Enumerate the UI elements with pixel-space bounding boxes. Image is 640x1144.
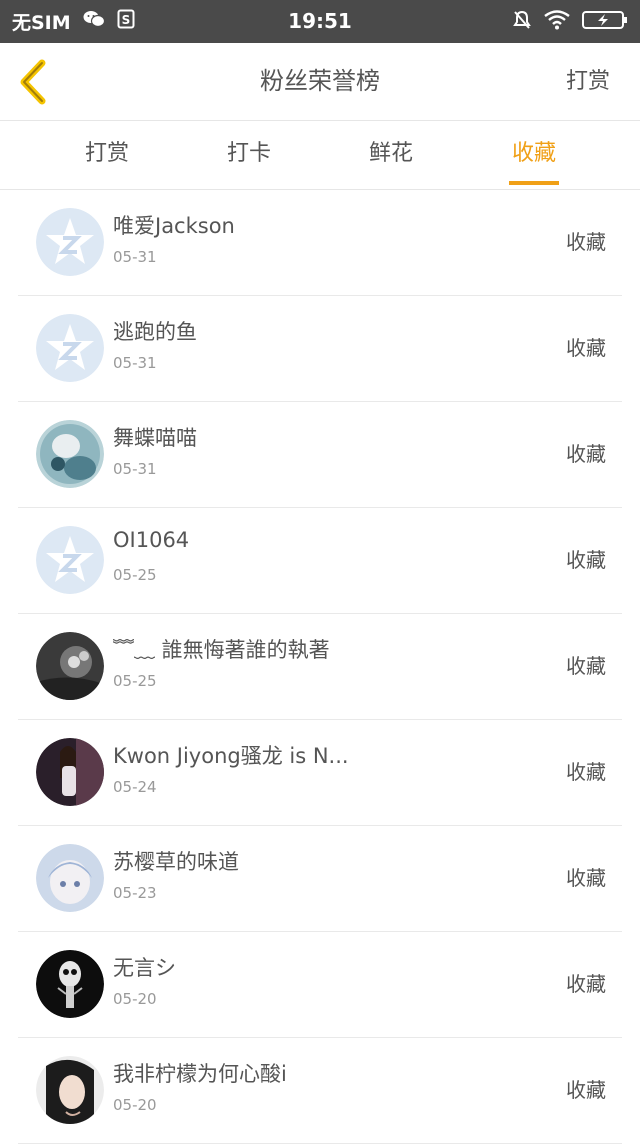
- wifi-icon: [544, 9, 570, 34]
- fan-name: Kwon Jiyong骚龙 is N...: [113, 744, 349, 768]
- action-label: 收藏: [566, 1078, 606, 1102]
- fan-date: 05-23: [113, 884, 157, 902]
- action-label: 收藏: [566, 548, 606, 572]
- fan-date: 05-20: [113, 990, 157, 1008]
- fan-date: 05-24: [113, 778, 157, 796]
- tab-favorites[interactable]: 收藏: [509, 121, 559, 189]
- tab-label: 鲜花: [368, 141, 413, 166]
- list-item[interactable]: 苏樱草的味道 05-23 收藏: [18, 826, 622, 932]
- avatar: [36, 632, 104, 700]
- fan-name: ﹌﹏ 誰無悔著誰的執著: [113, 638, 330, 662]
- fan-date: 05-31: [113, 460, 157, 478]
- action-label: 收藏: [566, 972, 606, 996]
- action-label: 收藏: [566, 442, 606, 466]
- list-item[interactable]: 我非柠檬为何心酸i 05-20 收藏: [18, 1038, 622, 1144]
- list-item[interactable]: OI1064 05-25 收藏: [18, 508, 622, 614]
- status-right: [512, 0, 628, 43]
- reward-button[interactable]: 打赏: [566, 43, 610, 120]
- fan-name: 我非柠檬为何心酸i: [113, 1062, 287, 1086]
- tab-reward[interactable]: 打赏: [82, 121, 132, 189]
- fan-date: 05-25: [113, 672, 157, 690]
- tab-flowers[interactable]: 鲜花: [366, 121, 416, 189]
- back-button[interactable]: [14, 57, 54, 107]
- fan-name: 苏樱草的味道: [113, 850, 239, 874]
- fan-date: 05-31: [113, 354, 157, 372]
- fan-date: 05-20: [113, 1096, 157, 1114]
- mute-icon: [512, 10, 532, 34]
- battery-charging-icon: [582, 10, 628, 34]
- list-item[interactable]: 逃跑的鱼 05-31 收藏: [18, 296, 622, 402]
- list-item[interactable]: Kwon Jiyong骚龙 is N... 05-24 收藏: [18, 720, 622, 826]
- avatar: [36, 526, 104, 594]
- page-title: 粉丝荣誉榜: [260, 67, 380, 95]
- avatar: [36, 1056, 104, 1124]
- tab-label: 收藏: [511, 141, 556, 166]
- active-tab-indicator: [509, 181, 559, 185]
- tab-checkin[interactable]: 打卡: [224, 121, 274, 189]
- avatar: [36, 738, 104, 806]
- list-item[interactable]: ﹌﹏ 誰無悔著誰的執著 05-25 收藏: [18, 614, 622, 720]
- nav-bar: 粉丝荣誉榜 打赏: [0, 43, 640, 121]
- avatar: [36, 950, 104, 1018]
- avatar: [36, 420, 104, 488]
- action-label: 收藏: [566, 654, 606, 678]
- fan-name: 无言シ: [113, 956, 176, 980]
- fan-name: 舞蝶喵喵: [113, 426, 197, 450]
- tab-label: 打卡: [226, 141, 271, 166]
- action-label: 收藏: [566, 760, 606, 784]
- list-item[interactable]: 唯爱Jackson 05-31 收藏: [18, 190, 622, 296]
- tab-bar: 打赏 打卡 鲜花 收藏: [0, 121, 640, 190]
- fan-name: 唯爱Jackson: [113, 214, 235, 238]
- list-item[interactable]: 舞蝶喵喵 05-31 收藏: [18, 402, 622, 508]
- action-label: 收藏: [566, 230, 606, 254]
- chevron-left-icon: [14, 59, 54, 111]
- fan-date: 05-25: [113, 566, 157, 584]
- fan-name: 逃跑的鱼: [113, 320, 197, 344]
- status-bar: 无SIM S 19:51: [0, 0, 640, 43]
- action-label: 收藏: [566, 866, 606, 890]
- tab-label: 打赏: [84, 141, 129, 166]
- fan-date: 05-31: [113, 248, 157, 266]
- avatar: [36, 314, 104, 382]
- avatar: [36, 844, 104, 912]
- list-item[interactable]: 无言シ 05-20 收藏: [18, 932, 622, 1038]
- fan-list: 唯爱Jackson 05-31 收藏 逃跑的鱼 05-31 收藏 舞蝶喵喵 05…: [0, 190, 640, 1144]
- action-label: 收藏: [566, 336, 606, 360]
- avatar: [36, 208, 104, 276]
- fan-name: OI1064: [113, 528, 190, 552]
